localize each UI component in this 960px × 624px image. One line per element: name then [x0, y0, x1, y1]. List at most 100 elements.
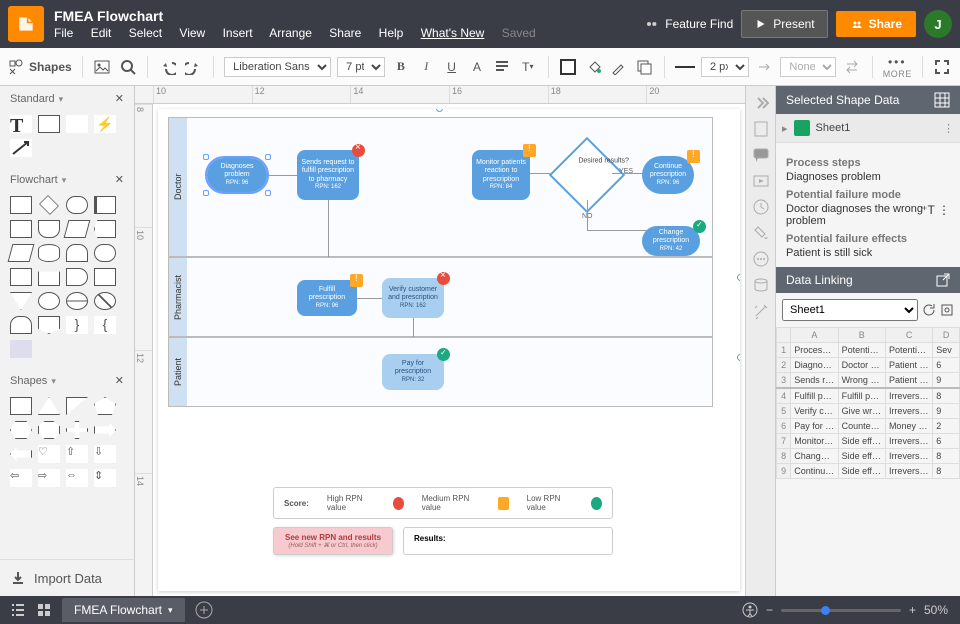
shape-item[interactable]	[94, 244, 116, 262]
shape-item[interactable]	[38, 292, 60, 310]
tip-box[interactable]: See new RPN and results (Hold Shift + ⌘ …	[273, 527, 393, 555]
shape-style-icon[interactable]	[635, 57, 654, 77]
menu-insert[interactable]: Insert	[223, 26, 253, 40]
align-icon[interactable]	[493, 57, 512, 77]
italic-icon[interactable]: I	[417, 57, 436, 77]
lane-pharmacist[interactable]: Pharmacist Fulfill prescriptionRPN: 96 V…	[168, 257, 713, 337]
font-family-select[interactable]: Liberation Sans	[224, 57, 331, 77]
shape-item[interactable]: ⇨	[38, 469, 60, 487]
shape-item[interactable]	[66, 397, 88, 415]
add-page-icon[interactable]	[195, 601, 213, 619]
magic-icon[interactable]	[752, 302, 770, 320]
node-continue[interactable]: Continue prescriptionRPN: 96	[642, 156, 694, 194]
feature-find[interactable]: Feature Find	[643, 16, 733, 32]
line-width-select[interactable]: 2 px	[701, 57, 749, 77]
node-diagnose[interactable]: Diagnoses problemRPN: 96	[207, 158, 267, 192]
shape-item[interactable]	[10, 292, 32, 310]
grid-view-icon[interactable]	[36, 602, 52, 618]
close-icon[interactable]: ✕	[115, 173, 124, 186]
shape-item[interactable]	[10, 316, 32, 334]
port[interactable]	[737, 274, 740, 281]
zoom-in[interactable]: +	[909, 603, 916, 617]
menu-arrange[interactable]: Arrange	[269, 26, 312, 40]
shape-item[interactable]	[94, 292, 116, 310]
shape-item[interactable]: ⇦	[10, 469, 32, 487]
history-icon[interactable]	[752, 198, 770, 216]
shape-item[interactable]	[66, 268, 88, 286]
data-table[interactable]: ABCD 1Process stepsPotential failurePote…	[776, 327, 960, 596]
present-button[interactable]: Present	[741, 10, 827, 38]
close-icon[interactable]: ✕	[115, 92, 124, 105]
section-standard[interactable]: Standard✕	[0, 86, 134, 111]
sheet-select[interactable]: Sheet1	[782, 299, 918, 321]
shape-item[interactable]	[10, 397, 32, 415]
paint-icon[interactable]	[752, 224, 770, 242]
shape-item[interactable]	[38, 421, 60, 439]
chat-icon[interactable]	[752, 250, 770, 268]
import-data[interactable]: Import Data	[0, 559, 134, 596]
zoom-slider[interactable]	[781, 609, 901, 612]
zoom-out[interactable]: −	[766, 603, 773, 617]
shape-item[interactable]	[38, 244, 60, 262]
shape-item[interactable]: {	[94, 316, 116, 334]
canvas[interactable]: 101214161820 8101214 Doctor Diagnoses pr	[135, 86, 745, 596]
shape-item[interactable]	[10, 196, 32, 214]
lane-patient[interactable]: Patient Pay for prescriptionRPN: 32	[168, 337, 713, 407]
zoom-value[interactable]: 50%	[924, 603, 948, 617]
shape-item[interactable]: ⇔	[66, 469, 88, 487]
fill-icon[interactable]	[558, 57, 577, 77]
avatar[interactable]: J	[924, 10, 952, 38]
shape-item[interactable]: }	[66, 316, 88, 334]
menu-file[interactable]: File	[54, 26, 73, 40]
node-pay[interactable]: Pay for prescriptionRPN: 32	[382, 354, 444, 390]
redo-icon[interactable]	[184, 57, 203, 77]
comment-icon[interactable]	[752, 146, 770, 164]
menu-whatsnew[interactable]: What's New	[421, 26, 485, 40]
share-button[interactable]: Share	[836, 11, 916, 37]
shape-smart[interactable]: ⚡	[94, 115, 116, 133]
shape-item[interactable]	[38, 220, 60, 238]
shape-item[interactable]	[38, 397, 60, 415]
popout-icon[interactable]	[936, 273, 950, 287]
list-view-icon[interactable]	[10, 602, 26, 618]
field-mode-value[interactable]: Doctor diagnoses the wrong problem ⁺T ⋮	[786, 203, 950, 227]
font-size-select[interactable]: 7 pt	[337, 57, 385, 77]
line-style-icon[interactable]	[675, 57, 695, 77]
grid-icon[interactable]	[934, 92, 950, 108]
image-icon[interactable]	[93, 57, 112, 77]
node-fulfill[interactable]: Fulfill prescriptionRPN: 96	[297, 280, 357, 316]
data-icon[interactable]	[752, 276, 770, 294]
shape-item[interactable]: ♡	[38, 445, 60, 463]
shape-item[interactable]: ⇕	[94, 469, 116, 487]
search-icon[interactable]	[118, 57, 137, 77]
shape-item[interactable]	[94, 220, 116, 238]
line-end-select[interactable]: None	[780, 57, 836, 77]
lane-doctor[interactable]: Doctor Diagnoses problemRPN: 96 Sends re…	[168, 117, 713, 257]
shapes-toggle[interactable]: Shapes	[8, 59, 72, 75]
slides-icon[interactable]	[752, 172, 770, 190]
node-monitor[interactable]: Monitor patients reaction to prescriptio…	[472, 150, 530, 200]
menu-edit[interactable]: Edit	[91, 26, 112, 40]
page[interactable]: Doctor Diagnoses problemRPN: 96 Sends re…	[158, 109, 740, 591]
pencil-icon[interactable]	[609, 57, 628, 77]
close-icon[interactable]: ✕	[115, 374, 124, 387]
undo-icon[interactable]	[158, 57, 177, 77]
shape-item[interactable]	[8, 244, 35, 262]
text-color-icon[interactable]: A	[467, 57, 486, 77]
shape-item[interactable]	[94, 397, 116, 415]
shape-item[interactable]: ⇩	[94, 445, 116, 463]
shape-item[interactable]	[94, 268, 116, 286]
doc-title[interactable]: FMEA Flowchart	[54, 8, 643, 24]
shape-item[interactable]	[66, 244, 88, 262]
text-options-icon[interactable]: T▾	[518, 57, 537, 77]
node-send[interactable]: Sends request to fulfill prescription to…	[297, 150, 359, 200]
shape-item[interactable]	[10, 220, 32, 238]
more-menu[interactable]: •••MORE	[883, 55, 912, 79]
underline-icon[interactable]: U	[442, 57, 461, 77]
shape-item[interactable]	[10, 268, 32, 286]
shape-sticky[interactable]	[66, 115, 88, 133]
shape-item[interactable]	[66, 292, 88, 310]
settings-icon[interactable]	[940, 303, 954, 317]
swap-icon[interactable]	[842, 57, 861, 77]
shape-item[interactable]: ⇧	[66, 445, 88, 463]
